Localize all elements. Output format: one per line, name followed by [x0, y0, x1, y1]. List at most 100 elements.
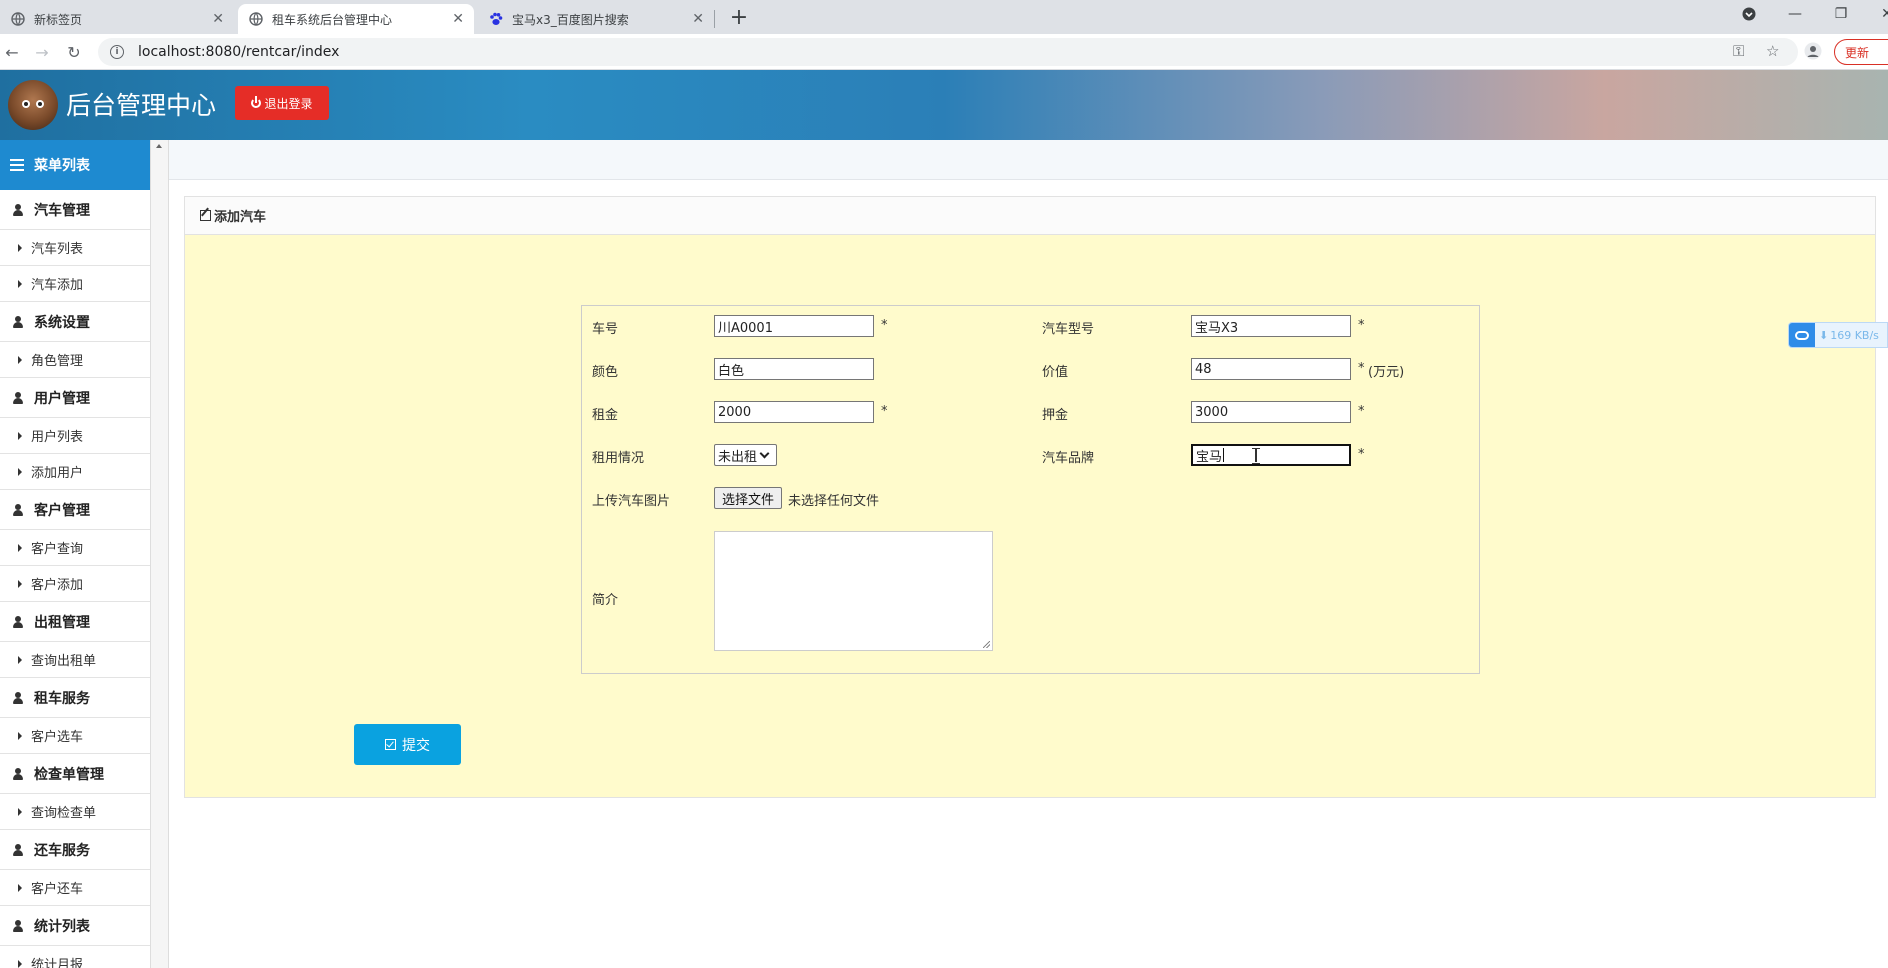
new-tab-button[interactable]: +	[726, 4, 752, 30]
sidebar-group-return-service[interactable]: 还车服务	[0, 830, 150, 870]
sidebar-group-system-settings[interactable]: 系统设置	[0, 302, 150, 342]
price-unit: (万元)	[1368, 365, 1405, 380]
sidebar-item-select-car[interactable]: 客户选车	[0, 718, 150, 754]
close-tab-icon[interactable]: ✕	[212, 11, 224, 27]
deposit-label: 押金	[1042, 408, 1069, 423]
update-label: 更新	[1845, 45, 1870, 60]
close-window-icon[interactable]: ✕	[1864, 0, 1888, 28]
update-button[interactable]: 更新	[1834, 39, 1888, 65]
caret-right-icon	[18, 243, 22, 252]
sidebar-group-customer-management[interactable]: 客户管理	[0, 490, 150, 530]
required-mark: *	[1358, 404, 1365, 419]
add-car-panel: 添加汽车 车号 川A0001 * 汽车型号 宝马X3 * 颜色 白色 价值 48…	[184, 196, 1876, 798]
key-icon[interactable]: ⚿	[1733, 42, 1744, 60]
user-icon	[12, 615, 24, 628]
tab-separator	[714, 10, 715, 28]
caret-right-icon	[18, 467, 22, 476]
sidebar-group-rental-management[interactable]: 出租管理	[0, 602, 150, 642]
tab-new-tab[interactable]: 新标签页 ✕	[0, 4, 234, 34]
color-label: 颜色	[592, 365, 619, 380]
user-icon	[12, 843, 24, 856]
deposit-input[interactable]: 3000	[1191, 401, 1351, 423]
user-icon	[12, 391, 24, 404]
minimize-icon[interactable]: —	[1772, 0, 1818, 28]
logout-button[interactable]: 退出登录	[235, 86, 329, 120]
user-icon	[12, 315, 24, 328]
sidebar-group-user-management[interactable]: 用户管理	[0, 378, 150, 418]
url-field[interactable]: i localhost:8080/rentcar/index	[98, 38, 1798, 66]
color-input[interactable]: 白色	[714, 358, 874, 380]
file-status: 未选择任何文件	[788, 494, 880, 509]
sidebar-item-customer-add[interactable]: 客户添加	[0, 566, 150, 602]
tab-title: 租车系统后台管理中心	[272, 12, 393, 27]
sidebar-group-inspection-management[interactable]: 检查单管理	[0, 754, 150, 794]
tab-rentcar-admin[interactable]: 租车系统后台管理中心 ✕	[238, 4, 474, 34]
scroll-up-icon[interactable]	[156, 144, 162, 148]
sidebar-group-label: 还车服务	[34, 842, 90, 859]
sidebar-item-inspection-query[interactable]: 查询检查单	[0, 794, 150, 830]
panel-title: 添加汽车	[214, 210, 267, 225]
sidebar: 菜单列表 汽车管理 汽车列表 汽车添加 系统设置 角色管理 用户管理 用户列表 …	[0, 140, 151, 968]
submit-button[interactable]: 提交	[354, 724, 461, 765]
sidebar-item-return-car[interactable]: 客户还车	[0, 870, 150, 906]
sidebar-scrollbar[interactable]	[151, 140, 169, 968]
user-icon	[12, 919, 24, 932]
caret-right-icon	[18, 883, 22, 892]
required-mark: *	[1358, 447, 1365, 462]
tab-search-icon[interactable]	[1726, 0, 1772, 28]
restore-icon[interactable]: ❐	[1818, 0, 1864, 28]
close-tab-icon[interactable]: ✕	[692, 11, 704, 27]
caret-right-icon	[18, 655, 22, 664]
menu-title: 菜单列表	[0, 140, 150, 190]
sidebar-item-user-list[interactable]: 用户列表	[0, 418, 150, 454]
add-car-form: 车号 川A0001 * 汽车型号 宝马X3 * 颜色 白色 价值 48 * (万…	[581, 305, 1480, 674]
caret-right-icon	[18, 731, 22, 740]
close-tab-icon[interactable]: ✕	[452, 11, 464, 27]
forward-icon[interactable]: →	[30, 40, 54, 64]
download-speed-widget[interactable]: ⬇ 169 KB/s	[1788, 322, 1888, 348]
sidebar-group-rental-service[interactable]: 租车服务	[0, 678, 150, 718]
choose-file-button[interactable]: 选择文件	[714, 487, 782, 509]
profile-icon[interactable]	[1804, 42, 1822, 64]
list-icon	[10, 159, 24, 171]
tab-baidu-search[interactable]: 宝马x3_百度图片搜索 ✕	[478, 4, 714, 34]
status-select[interactable]: 未出租	[714, 444, 777, 466]
sidebar-item-customer-query[interactable]: 客户查询	[0, 530, 150, 566]
sidebar-item-rental-orders[interactable]: 查询出租单	[0, 642, 150, 678]
sidebar-item-label: 客户还车	[31, 882, 84, 897]
panel-body: 车号 川A0001 * 汽车型号 宝马X3 * 颜色 白色 价值 48 * (万…	[185, 235, 1875, 797]
sidebar-item-car-list[interactable]: 汽车列表	[0, 230, 150, 266]
sidebar-group-car-management[interactable]: 汽车管理	[0, 190, 150, 230]
sidebar-group-label: 系统设置	[34, 314, 90, 331]
avatar-eye	[36, 100, 44, 108]
caret-right-icon	[18, 543, 22, 552]
logout-label: 退出登录	[264, 96, 313, 111]
sidebar-group-statistics[interactable]: 统计列表	[0, 906, 150, 946]
intro-textarea[interactable]	[714, 531, 993, 651]
required-mark: *	[881, 404, 888, 419]
download-speed: 169 KB/s	[1830, 328, 1879, 342]
sidebar-item-add-user[interactable]: 添加用户	[0, 454, 150, 490]
caret-right-icon	[18, 807, 22, 816]
brand-input-value: 宝马	[1196, 449, 1223, 465]
rent-label: 租金	[592, 408, 619, 423]
sidebar-item-monthly-report[interactable]: 统计月报	[0, 946, 150, 968]
sidebar-item-role-management[interactable]: 角色管理	[0, 342, 150, 378]
reload-icon[interactable]: ↻	[62, 40, 86, 64]
sidebar-group-label: 汽车管理	[34, 202, 90, 219]
sidebar-item-car-add[interactable]: 汽车添加	[0, 266, 150, 302]
model-input[interactable]: 宝马X3	[1191, 315, 1351, 337]
price-input[interactable]: 48	[1191, 358, 1351, 380]
rent-input[interactable]: 2000	[714, 401, 874, 423]
back-icon[interactable]: ←	[0, 40, 24, 64]
brand-input[interactable]: 宝马	[1191, 444, 1351, 466]
required-mark: *	[1358, 361, 1365, 376]
caret-right-icon	[18, 431, 22, 440]
caret-right-icon	[18, 279, 22, 288]
site-info-icon[interactable]: i	[110, 45, 124, 59]
car-no-input[interactable]: 川A0001	[714, 315, 874, 337]
price-label: 价值	[1042, 365, 1069, 380]
browser-tab-bar: 新标签页 ✕ 租车系统后台管理中心 ✕ 宝马x3_百度图片搜索 ✕ + — ❐ …	[0, 0, 1888, 34]
star-icon[interactable]: ☆	[1766, 42, 1779, 60]
sidebar-group-label: 检查单管理	[34, 766, 104, 783]
